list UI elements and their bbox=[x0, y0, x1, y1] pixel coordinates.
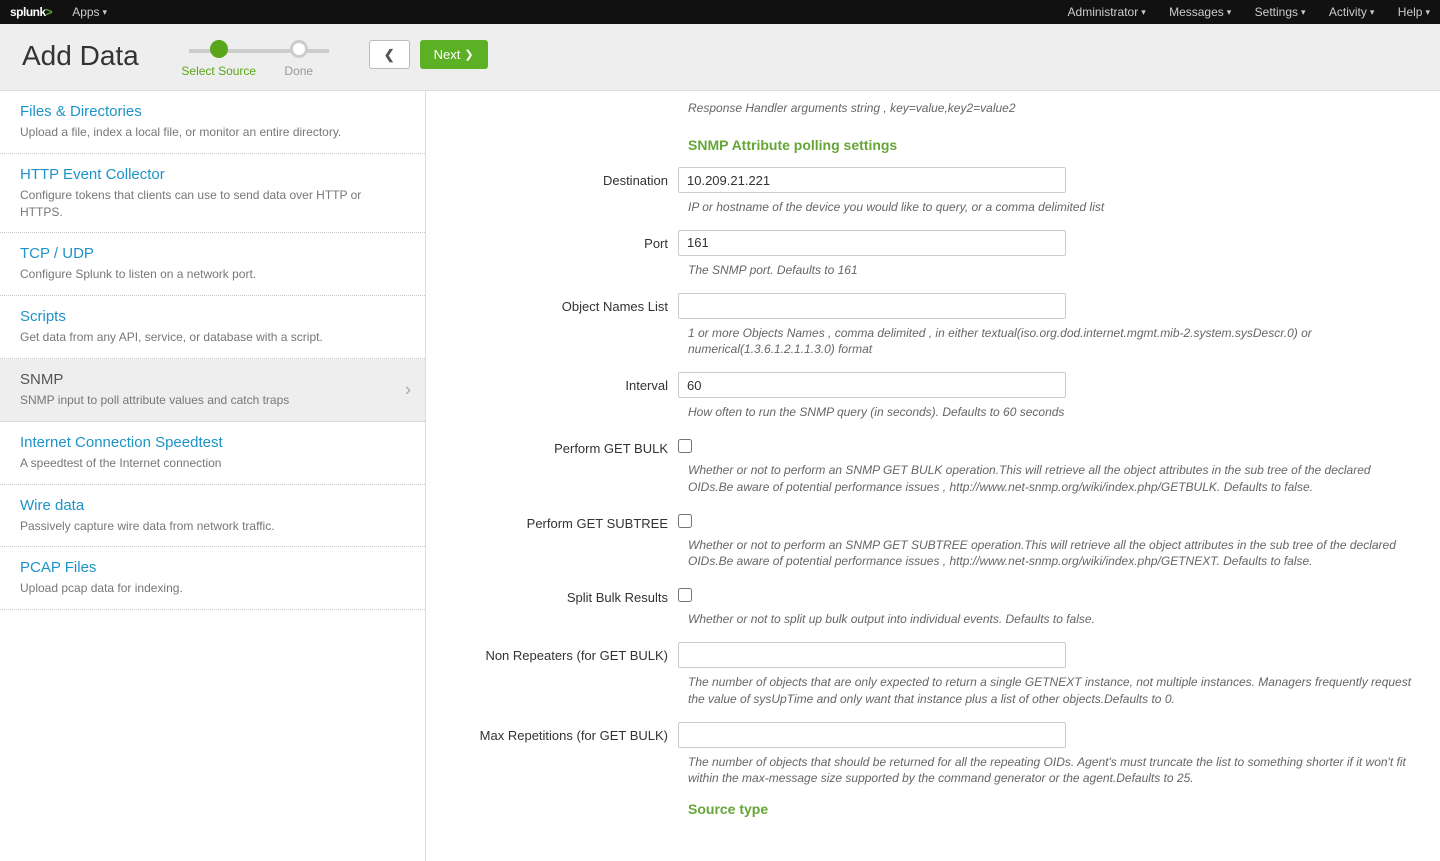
non-repeaters-input[interactable] bbox=[678, 642, 1066, 668]
get-subtree-label: Perform GET SUBTREE bbox=[448, 510, 678, 531]
sidebar-item-snmp[interactable]: SNMP SNMP input to poll attribute values… bbox=[0, 359, 425, 422]
content: Files & Directories Upload a file, index… bbox=[0, 91, 1440, 861]
destination-help: IP or hostname of the device you would l… bbox=[688, 199, 1418, 216]
form-area: Response Handler arguments string , key=… bbox=[426, 91, 1440, 861]
sidebar: Files & Directories Upload a file, index… bbox=[0, 91, 426, 861]
sidebar-item-tcp-udp[interactable]: TCP / UDP Configure Splunk to listen on … bbox=[0, 233, 425, 296]
interval-label: Interval bbox=[448, 372, 678, 393]
object-names-help: 1 or more Objects Names , comma delimite… bbox=[688, 325, 1418, 359]
header-band: Add Data Select Source Done ❮ Next❯ bbox=[0, 24, 1440, 91]
sidebar-item-wire-data[interactable]: Wire data Passively capture wire data fr… bbox=[0, 485, 425, 548]
section-source-type: Source type bbox=[688, 801, 1418, 817]
section-polling-settings: SNMP Attribute polling settings bbox=[688, 137, 1418, 153]
max-repetitions-input[interactable] bbox=[678, 722, 1066, 748]
get-bulk-help: Whether or not to perform an SNMP GET BU… bbox=[688, 462, 1418, 496]
wizard-step-select-source: Select Source bbox=[179, 40, 259, 78]
object-names-label: Object Names List bbox=[448, 293, 678, 314]
sidebar-item-pcap-files[interactable]: PCAP Files Upload pcap data for indexing… bbox=[0, 547, 425, 610]
activity-menu[interactable]: Activity▾ bbox=[1329, 5, 1375, 19]
sidebar-item-speedtest[interactable]: Internet Connection Speedtest A speedtes… bbox=[0, 422, 425, 485]
port-label: Port bbox=[448, 230, 678, 251]
get-bulk-checkbox[interactable] bbox=[678, 439, 692, 453]
topbar: splunk> Apps▾ Administrator▾ Messages▾ S… bbox=[0, 0, 1440, 24]
chevron-left-icon: ❮ bbox=[384, 47, 395, 63]
destination-label: Destination bbox=[448, 167, 678, 188]
help-menu[interactable]: Help▾ bbox=[1398, 5, 1430, 19]
get-bulk-label: Perform GET BULK bbox=[448, 435, 678, 456]
chevron-down-icon: ▾ bbox=[1425, 7, 1430, 18]
admin-menu[interactable]: Administrator▾ bbox=[1068, 5, 1146, 19]
logo[interactable]: splunk> bbox=[10, 5, 52, 19]
page-title: Add Data bbox=[22, 40, 139, 72]
max-repetitions-label: Max Repetitions (for GET BULK) bbox=[448, 722, 678, 743]
response-handler-hint: Response Handler arguments string , key=… bbox=[688, 101, 1418, 115]
chevron-down-icon: ▾ bbox=[1370, 7, 1375, 18]
chevron-down-icon: ▾ bbox=[1141, 7, 1146, 18]
wizard-step-done: Done bbox=[259, 40, 339, 78]
split-bulk-help: Whether or not to split up bulk output i… bbox=[688, 611, 1418, 628]
get-subtree-checkbox[interactable] bbox=[678, 514, 692, 528]
max-repetitions-help: The number of objects that should be ret… bbox=[688, 754, 1418, 788]
back-button[interactable]: ❮ bbox=[369, 40, 410, 69]
port-input[interactable] bbox=[678, 230, 1066, 256]
port-help: The SNMP port. Defaults to 161 bbox=[688, 262, 1418, 279]
messages-menu[interactable]: Messages▾ bbox=[1169, 5, 1231, 19]
non-repeaters-label: Non Repeaters (for GET BULK) bbox=[448, 642, 678, 663]
sidebar-item-scripts[interactable]: Scripts Get data from any API, service, … bbox=[0, 296, 425, 359]
chevron-down-icon: ▾ bbox=[103, 7, 108, 18]
chevron-down-icon: ▾ bbox=[1227, 7, 1232, 18]
split-bulk-label: Split Bulk Results bbox=[448, 584, 678, 605]
interval-help: How often to run the SNMP query (in seco… bbox=[688, 404, 1418, 421]
interval-input[interactable] bbox=[678, 372, 1066, 398]
object-names-input[interactable] bbox=[678, 293, 1066, 319]
get-subtree-help: Whether or not to perform an SNMP GET SU… bbox=[688, 537, 1418, 571]
sidebar-item-files[interactable]: Files & Directories Upload a file, index… bbox=[0, 91, 425, 154]
destination-input[interactable] bbox=[678, 167, 1066, 193]
chevron-right-icon: › bbox=[405, 379, 411, 400]
split-bulk-checkbox[interactable] bbox=[678, 588, 692, 602]
next-button[interactable]: Next❯ bbox=[420, 40, 488, 69]
apps-menu[interactable]: Apps▾ bbox=[72, 5, 107, 19]
non-repeaters-help: The number of objects that are only expe… bbox=[688, 674, 1418, 708]
chevron-down-icon: ▾ bbox=[1301, 7, 1306, 18]
chevron-right-icon: ❯ bbox=[464, 48, 473, 61]
settings-menu[interactable]: Settings▾ bbox=[1255, 5, 1306, 19]
wizard-progress: Select Source Done bbox=[179, 40, 339, 78]
sidebar-item-http-event-collector[interactable]: HTTP Event Collector Configure tokens th… bbox=[0, 154, 425, 234]
